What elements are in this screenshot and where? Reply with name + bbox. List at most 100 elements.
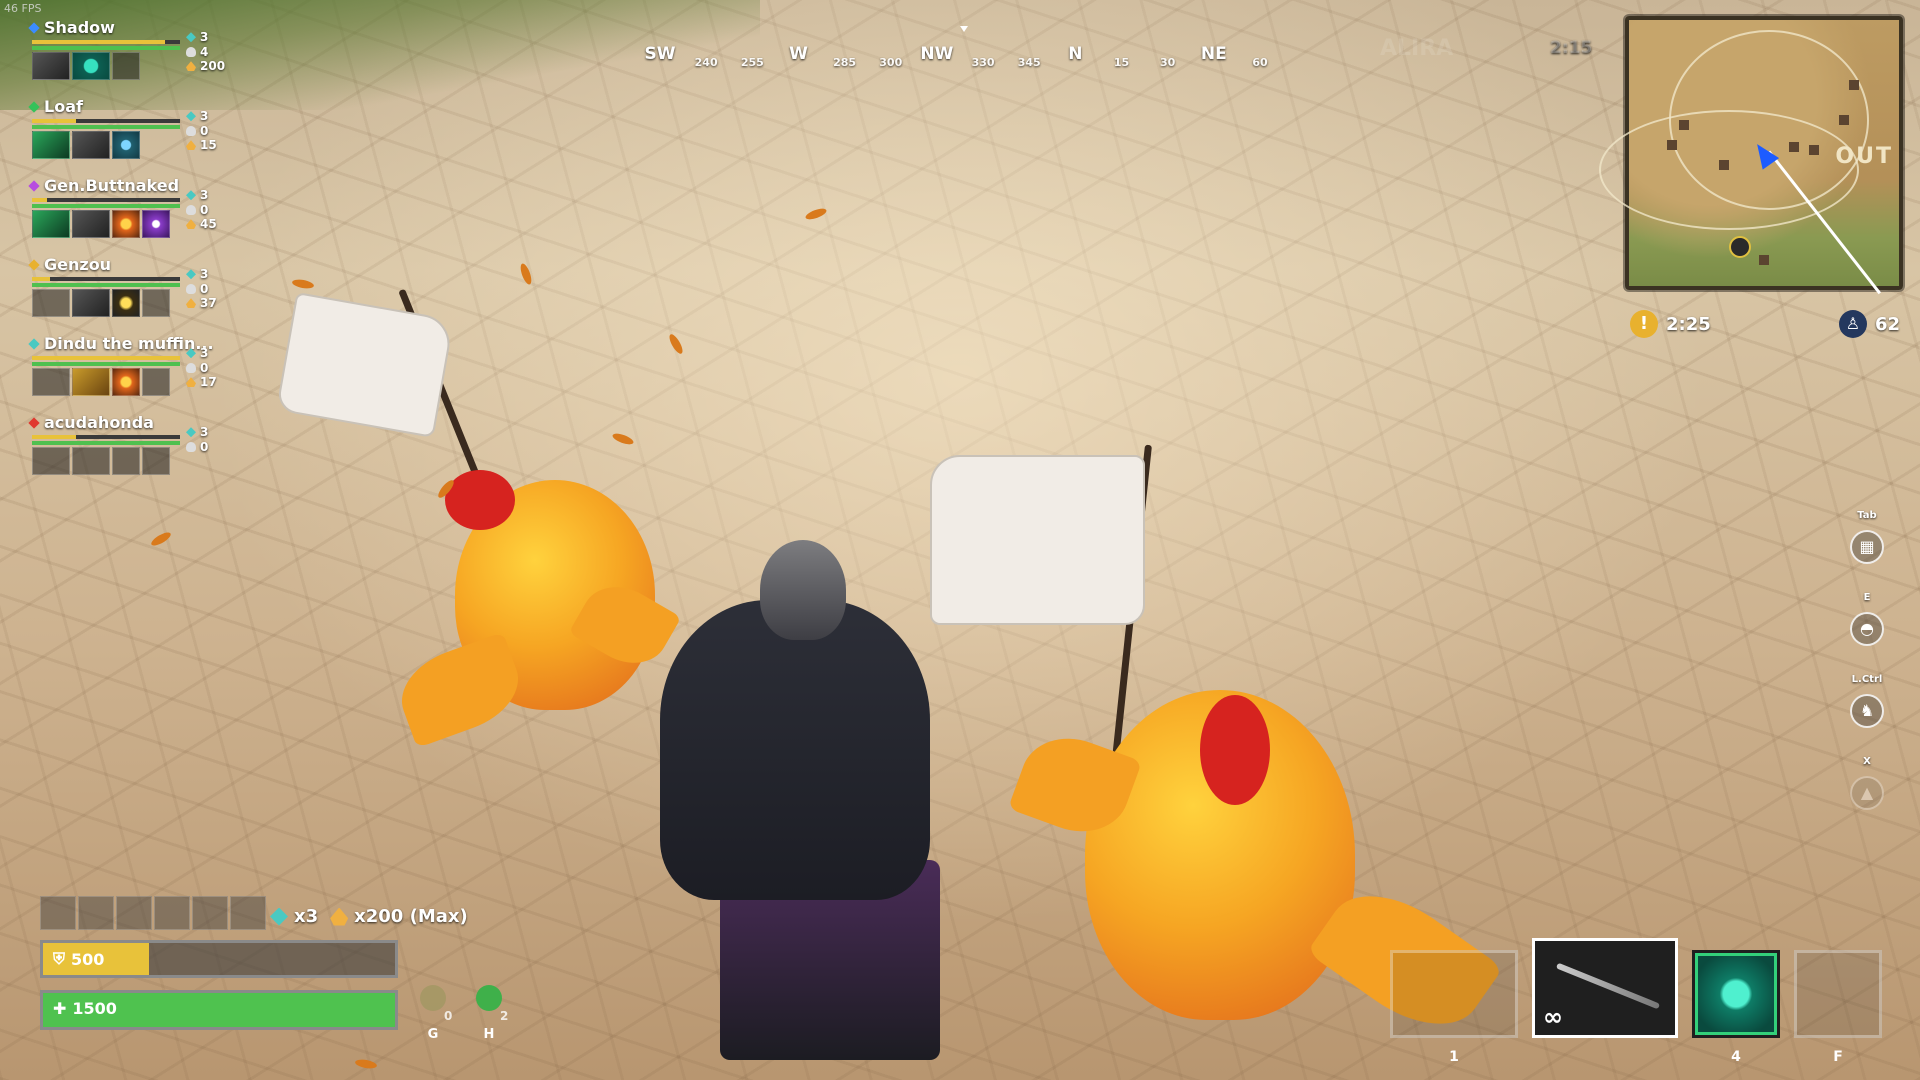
party-member-name-row: Loaf (28, 97, 250, 116)
stat-shards: 3 (186, 267, 217, 282)
amber-icon (186, 377, 196, 388)
party-health-fill (32, 283, 180, 287)
compass-bar: SW 240 255 W 285 300 NW 330 345 N 15 30 NE 60 (645, 44, 1270, 84)
ability-slot-4[interactable]: 4 (1692, 950, 1780, 1065)
shard-value: 3 (200, 188, 209, 202)
party-slot (112, 52, 140, 80)
grid-icon[interactable]: ▦ (1850, 530, 1884, 564)
amber-value: 200 (200, 59, 226, 73)
party-member-name: Gen.Buttnaked (44, 176, 180, 195)
inventory-cell[interactable] (40, 896, 76, 930)
armor-label: ⛨ 500 (53, 949, 104, 969)
inventory-cell[interactable] (230, 896, 266, 930)
stat-shards: 3 (186, 425, 208, 440)
party-member-slots (32, 210, 170, 238)
compass-mark: 60 (1252, 56, 1268, 69)
ability-mount[interactable]: L.Ctrl ♞ (1845, 674, 1889, 756)
skull-icon (186, 441, 196, 452)
stat-amber: 37 (186, 296, 217, 311)
team-color-icon (28, 416, 40, 429)
party-armor-fill (32, 435, 77, 439)
shard-value: 3 (200, 425, 209, 439)
falling-leaf (804, 206, 828, 222)
minimap-building (1759, 255, 1769, 265)
ultimate-icon[interactable]: ▲ (1850, 776, 1884, 810)
party-member-bars (32, 435, 180, 445)
party-member-slots (32, 368, 170, 396)
compass-mark: N (1068, 44, 1083, 64)
stat-amber: 200 (186, 59, 225, 74)
inventory-cell[interactable] (78, 896, 114, 930)
stat-kills: 0 (186, 282, 217, 297)
shard-icon (186, 269, 196, 280)
weapon-slot-sword[interactable]: ∞ (1532, 938, 1678, 1038)
compass-mark: 15 (1113, 56, 1130, 69)
falling-leaf (354, 1058, 378, 1070)
ability-grid[interactable]: Tab ▦ (1845, 510, 1889, 592)
potion-key: H (483, 1027, 495, 1042)
party-slot (72, 289, 110, 317)
party-armor-bar (32, 40, 180, 44)
party-member: Gen.Buttnaked 3 0 45 (28, 176, 250, 255)
party-health-fill (32, 441, 180, 445)
skull-icon (186, 283, 196, 294)
shield-potion-icon (420, 985, 446, 1011)
party-member-stats: 3 0 37 (186, 267, 217, 311)
party-slot (32, 447, 70, 475)
party-armor-bar (32, 435, 180, 439)
kill-value: 0 (200, 360, 209, 375)
party-slot (72, 131, 110, 159)
team-color-icon (28, 258, 40, 271)
ability-key: L.Ctrl (1851, 674, 1883, 685)
party-health-fill (32, 362, 180, 366)
players-alive: ♙ 62 (1838, 310, 1900, 338)
weapon-slot-1[interactable]: 1 (1390, 950, 1518, 1065)
party-health-bar (32, 283, 180, 287)
party-member-name: Shadow (44, 18, 115, 37)
zone-timer-value: 2:25 (1666, 313, 1711, 335)
inventory-cell[interactable] (116, 896, 152, 930)
mount-icon[interactable]: ♞ (1850, 694, 1884, 728)
inventory-cell[interactable] (192, 896, 228, 930)
skull-icon (186, 204, 196, 215)
potion-slot-h[interactable]: 2 H (474, 985, 508, 1042)
party-slot (32, 131, 70, 159)
stat-kills: 4 (186, 45, 225, 60)
ability-ultimate[interactable]: X ▲ (1845, 756, 1889, 838)
shard-icon (186, 427, 196, 438)
minimap-zone-label: OUT (1835, 144, 1893, 169)
ability-helmet[interactable]: E ◓ (1845, 592, 1889, 674)
party-slot (112, 368, 140, 396)
party-member-bars (32, 277, 180, 287)
helmet-icon[interactable]: ◓ (1850, 612, 1884, 646)
party-slot (72, 368, 110, 396)
minimap-poi-icon[interactable] (1729, 236, 1751, 258)
inventory-cell[interactable] (154, 896, 190, 930)
compass-mark: 240 (694, 56, 718, 69)
chicken-left-comb (445, 470, 515, 530)
party-slot (32, 52, 70, 80)
party-member-name: Genzou (44, 255, 112, 274)
team-color-icon (28, 21, 40, 34)
falling-leaf (291, 278, 315, 290)
party-member-stats: 3 4 200 (186, 30, 225, 74)
players-alive-count: 62 (1874, 313, 1900, 335)
zone-warning-icon: ! (1630, 310, 1658, 338)
compass-mark: NW (920, 44, 954, 64)
minimap-building (1679, 120, 1689, 130)
shard-icon (186, 348, 196, 359)
potion-slot-g[interactable]: 0 G (418, 985, 452, 1042)
compass-mark: 345 (1017, 56, 1041, 69)
minimap[interactable]: OUT (1599, 16, 1903, 295)
amber-icon (330, 907, 349, 926)
kill-value: 0 (200, 202, 209, 217)
minimap-building (1667, 140, 1677, 150)
party-member-name-row: Genzou (28, 255, 250, 274)
ability-slot-f[interactable]: F (1794, 950, 1882, 1065)
party-slot (142, 289, 170, 317)
compass-mark: 255 (740, 56, 764, 69)
party-member-name: Loaf (44, 97, 83, 116)
amber-icon (186, 61, 196, 72)
team-color-icon (28, 337, 40, 350)
stat-kills: 0 (186, 124, 217, 139)
